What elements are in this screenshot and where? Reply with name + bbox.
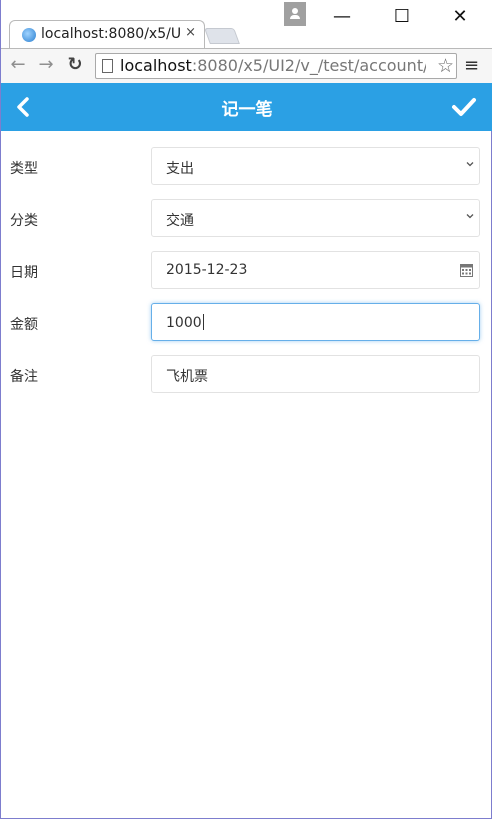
profile-icon[interactable]	[284, 2, 306, 26]
app-header: 记一笔	[1, 83, 492, 131]
date-row: 日期 2015-12-23	[1, 251, 492, 303]
category-label: 分类	[10, 213, 38, 229]
category-row: 分类 交通	[1, 199, 492, 251]
favicon-icon	[22, 28, 36, 42]
back-arrow-icon[interactable]: ←	[7, 54, 29, 75]
note-row: 备注 飞机票	[1, 355, 492, 407]
category-select[interactable]: 交通	[151, 199, 480, 237]
reload-icon[interactable]: ↻	[64, 54, 86, 75]
note-label: 备注	[10, 369, 38, 385]
browser-window: localhost:8080/x5/UI2/v_/test/account/li…	[0, 0, 492, 819]
amount-label: 金额	[10, 317, 38, 333]
category-value: 交通	[166, 213, 194, 229]
menu-icon[interactable]: ≡	[464, 55, 479, 76]
browser-toolbar: ← → ↻ localhost:8080/x5/UI2/v_/test/acco…	[1, 48, 492, 83]
url-text[interactable]: localhost:8080/x5/UI2/v_/test/account/li…	[120, 56, 426, 75]
tab-close-button[interactable]: ×	[185, 25, 196, 40]
amount-value: 1000	[166, 314, 204, 331]
close-window-button[interactable]: ✕	[445, 6, 475, 27]
date-value: 2015-12-23	[166, 262, 248, 278]
type-label: 类型	[10, 161, 38, 177]
amount-input[interactable]: 1000	[151, 303, 480, 341]
note-value: 飞机票	[166, 369, 208, 385]
new-tab-button[interactable]	[204, 28, 240, 44]
tab-title: localhost:8080/x5/UI2/v_/test/account/li…	[41, 26, 181, 42]
save-button[interactable]	[451, 93, 477, 121]
maximize-button[interactable]: ☐	[387, 6, 417, 27]
check-icon	[452, 98, 476, 116]
text-cursor	[202, 314, 204, 330]
type-select[interactable]: 支出	[151, 147, 480, 185]
browser-tab[interactable]: localhost:8080/x5/UI2/v_/test/account/li…	[9, 20, 205, 48]
amount-text: 1000	[166, 315, 202, 331]
bookmark-star-icon[interactable]: ☆	[437, 55, 454, 77]
type-value: 支出	[166, 161, 194, 177]
minimize-button[interactable]: —	[327, 6, 357, 27]
amount-row: 金额 1000	[1, 303, 492, 355]
page-icon	[102, 59, 113, 73]
chevron-down-icon	[466, 214, 474, 219]
address-bar[interactable]: localhost:8080/x5/UI2/v_/test/account/li…	[95, 53, 457, 79]
chevron-down-icon	[466, 162, 474, 167]
type-row: 类型 支出	[1, 147, 492, 199]
calendar-icon[interactable]	[460, 264, 473, 277]
date-input[interactable]: 2015-12-23	[151, 251, 480, 289]
note-input[interactable]: 飞机票	[151, 355, 480, 393]
page-title: 记一笔	[221, 100, 273, 120]
title-bar: localhost:8080/x5/UI2/v_/test/account/li…	[1, 0, 492, 48]
url-host: localhost	[120, 56, 192, 75]
date-label: 日期	[10, 265, 38, 281]
url-path: :8080/x5/UI2/v_/test/account/list.w	[191, 56, 426, 75]
forward-arrow-icon[interactable]: →	[35, 54, 57, 75]
